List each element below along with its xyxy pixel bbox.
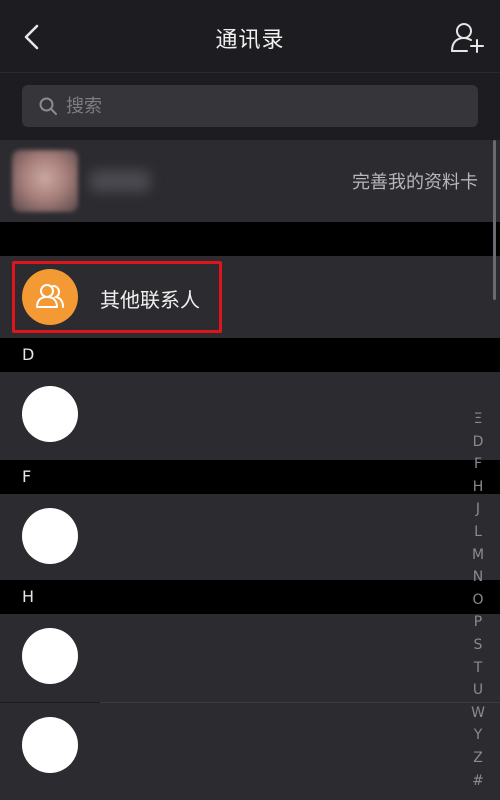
index-letter[interactable]: D xyxy=(473,431,484,454)
section-letter: D xyxy=(22,345,35,364)
scrollbar[interactable] xyxy=(493,140,496,300)
alphabet-index[interactable]: Ξ D F H J L M N O P S T U W Y Z # xyxy=(466,408,490,792)
search-bar-container xyxy=(0,72,500,136)
contacts-icon xyxy=(36,284,64,308)
index-letter[interactable]: T xyxy=(474,657,483,680)
section-letter: F xyxy=(22,467,32,486)
index-letter[interactable]: M xyxy=(472,544,484,567)
index-letter[interactable]: W xyxy=(471,702,485,725)
section-header-h: H xyxy=(0,580,500,614)
search-input[interactable] xyxy=(66,85,446,127)
search-icon xyxy=(39,97,57,115)
index-letter[interactable]: Z xyxy=(473,747,483,770)
index-letter[interactable]: H xyxy=(473,476,484,499)
other-contacts-label: 其他联系人 xyxy=(100,288,200,312)
index-letter[interactable]: P xyxy=(474,611,482,634)
top-nav-bar: 通讯录 xyxy=(0,0,500,72)
contact-row[interactable] xyxy=(0,703,500,800)
add-contact-icon[interactable] xyxy=(450,20,484,54)
avatar xyxy=(22,628,78,684)
profile-name-blurred xyxy=(90,170,150,192)
section-header-d: D xyxy=(0,338,500,372)
index-letter[interactable]: N xyxy=(473,566,483,589)
avatar xyxy=(22,386,78,442)
section-spacer xyxy=(0,222,500,256)
search-box[interactable] xyxy=(22,85,478,127)
index-letter[interactable]: F xyxy=(474,453,482,476)
page-title: 通讯录 xyxy=(215,28,285,53)
index-letter[interactable]: # xyxy=(472,770,484,793)
index-letter[interactable]: S xyxy=(474,634,483,657)
index-letter[interactable]: Y xyxy=(474,724,483,747)
other-contacts-avatar xyxy=(22,269,78,325)
section-header-f: F xyxy=(0,460,500,494)
index-letter[interactable]: L xyxy=(474,521,482,544)
index-letter[interactable]: Ξ xyxy=(474,408,483,431)
index-letter[interactable]: O xyxy=(472,589,483,612)
my-profile-row[interactable]: 完善我的资料卡 xyxy=(0,140,500,222)
contact-row[interactable] xyxy=(0,614,500,702)
contact-row[interactable] xyxy=(0,494,500,582)
contact-row[interactable] xyxy=(0,372,500,460)
avatar xyxy=(22,717,78,773)
index-letter[interactable]: J xyxy=(476,498,480,521)
avatar xyxy=(12,150,78,212)
section-letter: H xyxy=(22,587,35,606)
index-letter[interactable]: U xyxy=(473,679,483,702)
avatar xyxy=(22,508,78,564)
complete-profile-link[interactable]: 完善我的资料卡 xyxy=(352,168,478,194)
other-contacts-row[interactable]: 其他联系人 xyxy=(0,256,500,338)
